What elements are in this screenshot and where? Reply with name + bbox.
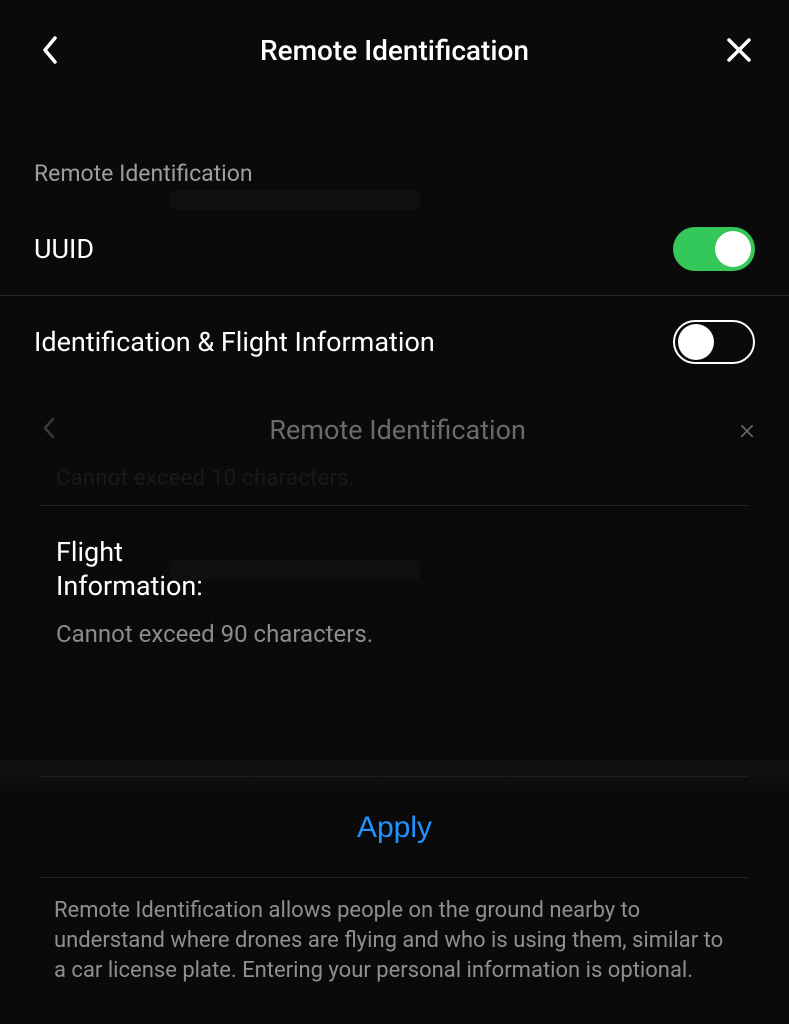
ghost-back-icon	[42, 417, 56, 443]
footer-description: Remote Identification allows people on t…	[0, 878, 789, 987]
close-icon	[726, 37, 752, 63]
back-button[interactable]	[30, 30, 70, 70]
identification-label: Identification & Flight Information	[34, 326, 435, 358]
section-label: Remote Identification	[0, 90, 789, 203]
toggle-knob	[715, 231, 751, 267]
ghost-close-icon: ×	[739, 415, 755, 445]
uuid-row: UUID	[0, 203, 789, 296]
chevron-left-icon	[41, 36, 59, 64]
flight-info-label: Flight Information:	[56, 536, 276, 604]
uuid-toggle[interactable]	[673, 227, 755, 271]
ghost-header: Remote Identification ×	[0, 388, 789, 466]
uuid-label: UUID	[34, 233, 94, 265]
identification-row: Identification & Flight Information	[0, 296, 789, 388]
ghost-prev-hint: Cannot exceed 10 characters.	[0, 466, 789, 495]
toggle-knob	[678, 324, 714, 360]
ghost-title: Remote Identification	[56, 414, 739, 446]
flight-info-hint: Cannot exceed 90 characters.	[56, 614, 733, 648]
apply-button[interactable]: Apply	[357, 811, 432, 845]
flight-info-field[interactable]: Flight Information: Cannot exceed 90 cha…	[0, 506, 789, 666]
identification-toggle[interactable]	[673, 320, 755, 364]
close-button[interactable]	[719, 30, 759, 70]
page-title: Remote Identification	[70, 34, 719, 67]
